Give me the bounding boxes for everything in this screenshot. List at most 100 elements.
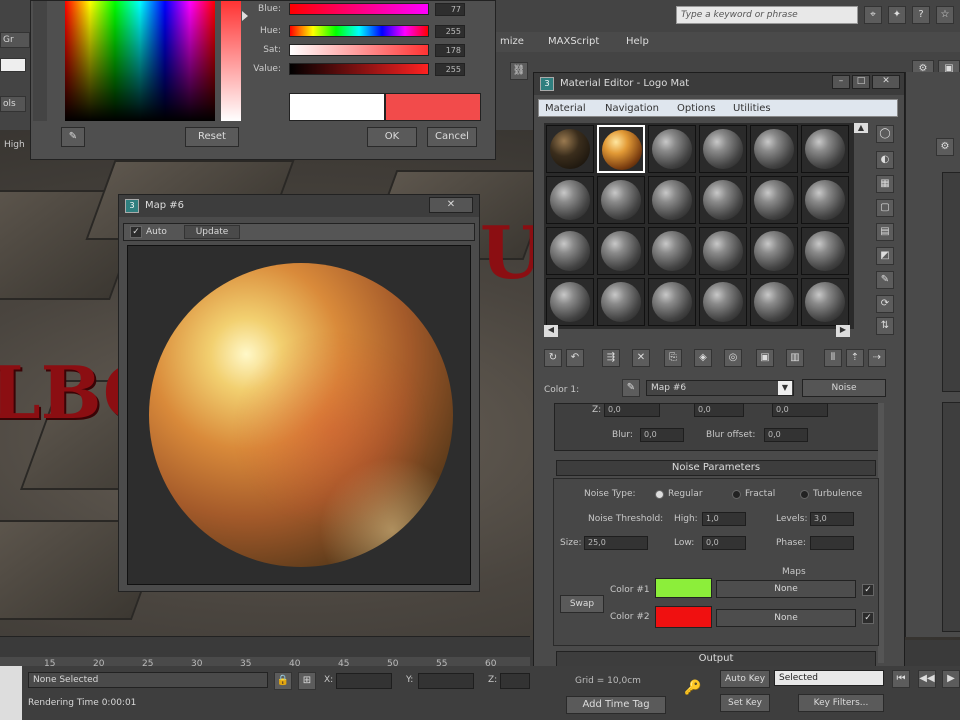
minimize-icon[interactable]: – xyxy=(832,75,850,89)
get-material-icon[interactable]: ↻ xyxy=(544,349,562,367)
material-sample-slot[interactable] xyxy=(699,176,747,224)
color1-map-button[interactable]: None xyxy=(716,580,856,598)
make-preview-icon[interactable]: ◩ xyxy=(876,247,894,265)
material-sample-slot[interactable] xyxy=(648,125,696,173)
tools-icon[interactable]: ✦ xyxy=(888,6,906,24)
material-sample-slot[interactable] xyxy=(597,176,645,224)
blur-field[interactable]: 0,0 xyxy=(640,428,684,442)
coord-field[interactable]: 0,0 xyxy=(604,403,660,417)
go-to-start-icon[interactable]: ⏮ xyxy=(892,670,910,688)
color-spectrum[interactable] xyxy=(65,1,215,121)
link-icon[interactable]: ⛓ xyxy=(510,62,528,80)
title-bar[interactable]: 3 Material Editor - Logo Mat – □ ✕ xyxy=(534,73,904,95)
unique-icon[interactable]: ◈ xyxy=(694,349,712,367)
absolute-mode-icon[interactable]: ⊞ xyxy=(298,672,316,690)
ok-button[interactable]: OK xyxy=(367,127,417,147)
close-icon[interactable]: ✕ xyxy=(872,75,900,89)
blur-offset-field[interactable]: 0,0 xyxy=(764,428,808,442)
levels-field[interactable]: 3,0 xyxy=(810,512,854,526)
material-sample-slot[interactable] xyxy=(546,227,594,275)
phase-field[interactable] xyxy=(810,536,854,550)
regular-radio[interactable] xyxy=(655,490,664,499)
maximize-icon[interactable]: □ xyxy=(852,75,870,89)
material-sample-slot[interactable] xyxy=(546,125,594,173)
material-sample-slot[interactable] xyxy=(750,278,798,326)
set-key-button[interactable]: Set Key xyxy=(720,694,770,712)
cancel-button[interactable]: Cancel xyxy=(427,127,477,147)
scroll-up-icon[interactable]: ▲ xyxy=(854,123,868,133)
color1-swatch[interactable] xyxy=(655,578,712,598)
menu-utilities[interactable]: Utilities xyxy=(733,103,771,114)
blue-slider[interactable] xyxy=(289,3,429,15)
select-by-material-icon[interactable]: ⟳ xyxy=(876,295,894,313)
backlight-icon[interactable]: ◐ xyxy=(876,151,894,169)
coord-field[interactable]: 0,0 xyxy=(772,403,828,417)
material-sample-slot[interactable] xyxy=(801,176,849,224)
background-icon[interactable]: ▦ xyxy=(876,175,894,193)
gear-icon[interactable]: ⚙ xyxy=(936,138,954,156)
key-mode-select[interactable]: Selected xyxy=(774,670,884,686)
reset-button[interactable]: Reset xyxy=(185,127,239,147)
y-coord-field[interactable] xyxy=(418,673,474,689)
color1-map-checkbox[interactable]: ✓ xyxy=(862,584,874,596)
fractal-radio[interactable] xyxy=(732,490,741,499)
sample-type-icon[interactable]: ◯ xyxy=(876,125,894,143)
material-sample-slot[interactable] xyxy=(597,278,645,326)
search-input[interactable]: Type a keyword or phrase xyxy=(676,6,858,24)
menu-help[interactable]: Help xyxy=(626,36,649,47)
title-bar[interactable]: 3 Map #6 ✕ xyxy=(119,195,479,217)
menu-partial[interactable]: ols xyxy=(0,96,26,112)
menu-options[interactable]: Options xyxy=(677,103,716,114)
material-sample-slot[interactable] xyxy=(801,278,849,326)
put-library-icon[interactable]: ◎ xyxy=(724,349,742,367)
material-sample-slot[interactable] xyxy=(546,278,594,326)
add-time-tag-button[interactable]: Add Time Tag xyxy=(566,696,666,714)
material-sample-slot[interactable] xyxy=(750,227,798,275)
color2-swatch[interactable] xyxy=(655,606,712,628)
z-coord-field[interactable] xyxy=(500,673,530,689)
previous-frame-icon[interactable]: ◀◀ xyxy=(918,670,936,688)
key-filters-button[interactable]: Key Filters... xyxy=(798,694,884,712)
material-sample-slot[interactable] xyxy=(597,227,645,275)
track-bar[interactable] xyxy=(0,637,530,657)
noise-parameters-header[interactable]: Noise Parameters xyxy=(556,460,876,476)
go-sibling-icon[interactable]: ⇢ xyxy=(868,349,886,367)
scroll-left-icon[interactable]: ◀ xyxy=(544,325,558,337)
size-field[interactable]: 25,0 xyxy=(584,536,648,550)
menu-maxscript[interactable]: MAXScript xyxy=(548,36,599,47)
go-parent-icon[interactable]: ⇡ xyxy=(846,349,864,367)
material-sample-slot[interactable] xyxy=(750,125,798,173)
scroll-right-icon[interactable]: ▶ xyxy=(836,325,850,337)
menu-customize[interactable]: mize xyxy=(500,36,524,47)
material-sample-slot[interactable] xyxy=(699,278,747,326)
delete-icon[interactable]: ✕ xyxy=(632,349,650,367)
material-map-navigator-icon[interactable]: ⇅ xyxy=(876,317,894,335)
blue-value[interactable]: 77 xyxy=(435,3,465,16)
material-sample-slot[interactable] xyxy=(546,176,594,224)
update-button[interactable]: Update xyxy=(184,225,240,239)
map-name-field[interactable]: Map #6 xyxy=(646,380,794,396)
auto-key-button[interactable]: Auto Key xyxy=(720,670,770,688)
material-id-icon[interactable]: ▣ xyxy=(756,349,774,367)
binoculars-icon[interactable]: ⌖ xyxy=(864,6,882,24)
put-to-scene-icon[interactable]: ↶ xyxy=(566,349,584,367)
show-map-icon[interactable]: ▥ xyxy=(786,349,804,367)
material-sample-slot[interactable] xyxy=(699,125,747,173)
close-icon[interactable]: ✕ xyxy=(429,197,473,213)
chevron-down-icon[interactable]: ▼ xyxy=(778,381,792,395)
material-sample-slot[interactable] xyxy=(648,227,696,275)
swap-button[interactable]: Swap xyxy=(560,595,604,613)
star-icon[interactable]: ☆ xyxy=(936,6,954,24)
material-sample-slot[interactable] xyxy=(750,176,798,224)
sat-value[interactable]: 178 xyxy=(435,44,465,57)
material-sample-slot[interactable] xyxy=(699,227,747,275)
dropdown-partial[interactable] xyxy=(0,58,26,72)
time-slider[interactable]: 15 20 25 30 35 40 45 50 55 60 xyxy=(0,636,530,669)
material-sample-slot[interactable] xyxy=(648,278,696,326)
low-field[interactable]: 0,0 xyxy=(702,536,746,550)
menu-partial[interactable]: Gr xyxy=(0,32,30,48)
high-field[interactable]: 1,0 xyxy=(702,512,746,526)
options-icon[interactable]: ✎ xyxy=(876,271,894,289)
eyedropper-icon[interactable]: ✎ xyxy=(61,127,85,147)
coord-field[interactable]: 0,0 xyxy=(694,403,744,417)
